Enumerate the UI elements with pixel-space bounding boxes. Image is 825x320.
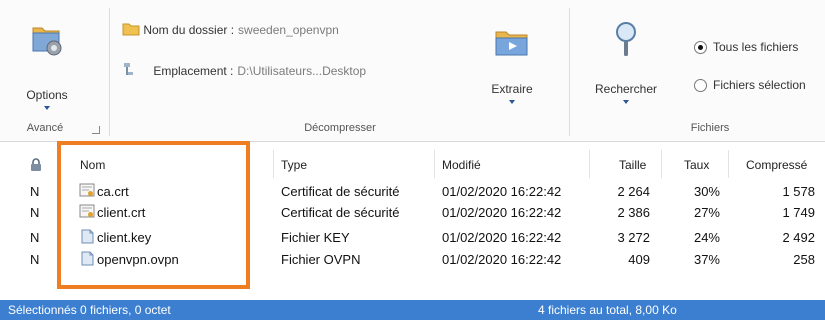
radio-selected-files-label: Fichiers sélection [713,78,806,92]
extract-folder-icon [495,31,528,56]
status-selected: Sélectionnés 0 fichiers, 0 octet [8,303,171,317]
chevron-down-icon [623,100,629,104]
status-bar: Sélectionnés 0 fichiers, 0 octet 4 fichi… [0,300,825,320]
column-divider[interactable] [661,150,662,178]
file-compressed: 258 [793,252,815,267]
file-modified: 01/02/2020 16:22:42 [442,184,562,199]
row-flag: N [30,230,40,245]
file-type: Fichier OVPN [281,252,361,267]
column-header-compressed[interactable]: Compressé [746,158,807,172]
ribbon: Options Avancé Nom du dossier : sweeden_o… [0,0,825,142]
file-modified: 01/02/2020 16:22:42 [442,230,562,245]
column-divider[interactable] [434,150,435,178]
file-size: 409 [628,252,650,267]
gear-folder-icon [32,27,62,56]
radio-all-files-label: Tous les fichiers [713,40,799,54]
file-name: openvpn.ovpn [97,252,179,267]
folder-name-row: Nom du dossier : sweeden_openvpn [122,22,339,37]
column-divider[interactable] [589,150,590,178]
file-size: 2 386 [617,205,650,220]
table-row[interactable]: N ca.crt Certificat de sécurité 01/02/20… [0,182,825,202]
column-divider[interactable] [728,150,729,178]
column-divider[interactable] [273,150,274,178]
file-size: 2 264 [617,184,650,199]
search-label: Rechercher [594,82,658,96]
generic-file-icon [81,229,94,244]
options-label: Options [26,88,68,102]
file-type: Certificat de sécurité [281,205,400,220]
file-type: Fichier KEY [281,230,350,245]
file-compressed: 1 578 [782,184,815,199]
folder-name-label: Nom du dossier : [143,23,235,37]
file-name: client.key [97,230,152,245]
group-separator [569,8,570,136]
file-modified: 01/02/2020 16:22:42 [442,252,562,267]
column-header-name[interactable]: Nom [80,158,105,172]
column-header-type[interactable]: Type [281,158,307,172]
location-value[interactable]: D:\Utilisateurs...Desktop [237,64,366,78]
file-ratio: 37% [693,252,720,267]
location-label: Emplacement : [153,64,234,78]
extract-button[interactable]: Extraire [482,26,542,104]
certificate-file-icon [79,204,95,218]
location-icon [124,63,133,75]
row-flag: N [30,252,40,267]
certificate-file-icon [79,183,95,197]
group-label-avance: Avancé [26,122,64,134]
magnifier-icon [616,22,636,56]
location-row: Emplacement : D:\Utilisateurs...Desktop [122,62,366,78]
radio-all-files[interactable]: Tous les fichiers [694,40,798,54]
options-button[interactable]: Options [22,20,72,110]
extract-label: Extraire [491,82,533,96]
file-ratio: 27% [693,205,720,220]
file-name: ca.crt [97,184,129,199]
table-row[interactable]: N client.crt Certificat de sécurité 01/0… [0,203,825,223]
radio-empty-icon [694,78,707,92]
file-size: 3 272 [617,230,650,245]
file-compressed: 2 492 [782,230,815,245]
group-separator [109,8,110,136]
status-total: 4 fichiers au total, 8,00 Ko [538,303,677,317]
column-header-modified[interactable]: Modifié [442,158,481,172]
chevron-down-icon [44,106,50,110]
file-modified: 01/02/2020 16:22:42 [442,205,562,220]
row-flag: N [30,184,40,199]
file-compressed: 1 749 [782,205,815,220]
group-label-decompresser: Décompresser [304,122,376,134]
file-type: Certificat de sécurité [281,184,400,199]
file-ratio: 24% [693,230,720,245]
row-flag: N [30,205,40,220]
table-row[interactable]: N client.key Fichier KEY 01/02/2020 16:2… [0,228,825,248]
search-button[interactable]: Rechercher [580,20,672,104]
file-ratio: 30% [693,184,720,199]
radio-selected-icon [694,40,707,54]
folder-name-value[interactable]: sweeden_openvpn [238,23,339,37]
table-row[interactable]: N openvpn.ovpn Fichier OVPN 01/02/2020 1… [0,250,825,270]
group-label-fichiers: Fichiers [690,122,730,134]
column-header-ratio[interactable]: Taux [684,158,709,172]
column-header-size[interactable]: Taille [619,158,646,172]
dialog-launcher-icon[interactable] [92,126,100,134]
lock-icon[interactable] [30,158,42,172]
radio-selected-files[interactable]: Fichiers sélection [694,78,806,92]
chevron-down-icon [509,100,515,104]
file-name: client.crt [97,205,146,220]
generic-file-icon [81,251,94,266]
folder-icon [122,23,140,36]
